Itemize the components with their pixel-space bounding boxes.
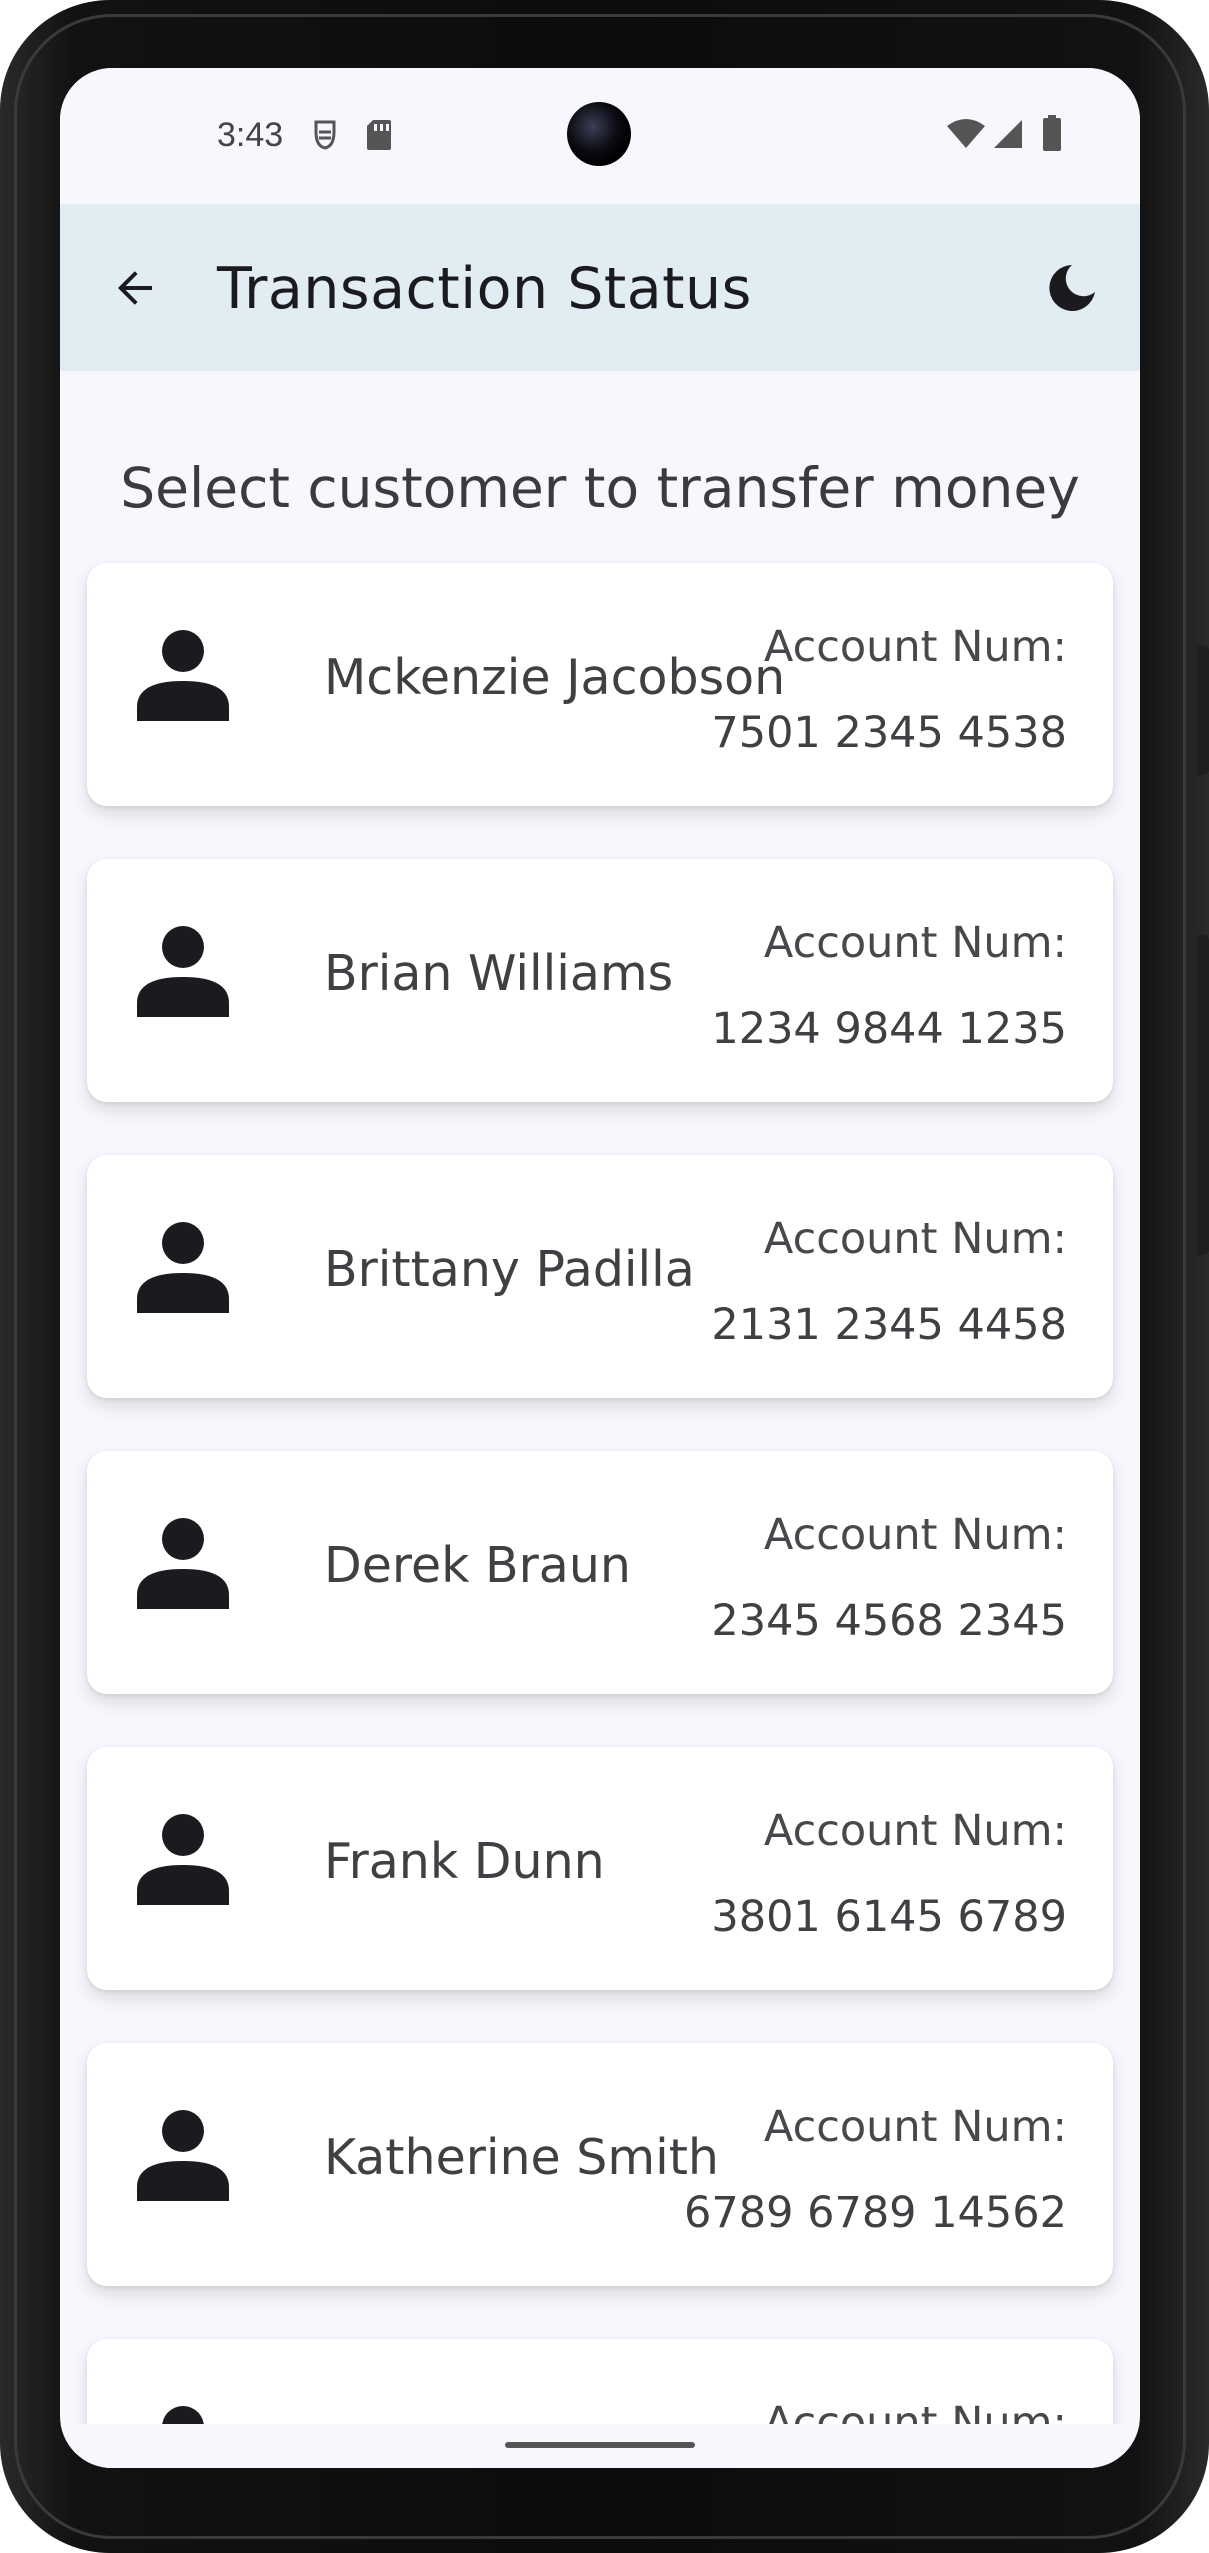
- account-number: 1234 9844 1235: [711, 1004, 1067, 1054]
- sd-card-icon: [365, 118, 393, 157]
- cell-signal-icon: [992, 118, 1024, 155]
- arrow-back-icon: [118, 271, 152, 305]
- person-icon: [137, 2110, 229, 2201]
- person-icon: [137, 1222, 229, 1313]
- account-label: Account Num:: [763, 1806, 1067, 1856]
- account-label: Account Num:: [763, 918, 1067, 968]
- customer-name: Katherine Smith: [324, 2129, 719, 2186]
- customer-card[interactable]: Mckenzie Jacobson Account Num: 7501 2345…: [87, 563, 1113, 806]
- app-bar: Transaction Status: [60, 204, 1140, 371]
- customer-card[interactable]: Brian Williams Account Num: 1234 9844 12…: [87, 859, 1113, 1102]
- back-button[interactable]: [100, 252, 172, 324]
- customer-card[interactable]: Frank Dunn Account Num: 3801 6145 6789: [87, 1747, 1113, 1990]
- account-label: Account Num:: [763, 622, 1067, 672]
- account-number: 6789 6789 14562: [684, 2188, 1067, 2238]
- account-number: 7501 2345 4538: [711, 708, 1067, 758]
- status-time: 3:43: [217, 116, 284, 154]
- customer-name: Brittany Padilla: [324, 1241, 695, 1298]
- volume-button: [1197, 935, 1209, 1255]
- customer-name: Mckenzie Jacobson: [324, 649, 786, 706]
- power-button: [1197, 645, 1209, 775]
- customer-name: Frank Dunn: [324, 1833, 605, 1890]
- section-heading: Select customer to transfer money: [120, 456, 1080, 520]
- debug-icon: [310, 118, 340, 157]
- customer-card[interactable]: Katherine Smith Account Num: 6789 6789 1…: [87, 2043, 1113, 2286]
- person-icon: [137, 1814, 229, 1905]
- screen: 3:43 Transaction Status Select customer …: [60, 68, 1140, 2468]
- account-label: Account Num:: [763, 1510, 1067, 1560]
- account-number: 2345 4568 2345: [711, 1596, 1067, 1646]
- person-icon: [137, 1518, 229, 1609]
- customer-name: Derek Braun: [324, 1537, 631, 1594]
- account-label: Account Num:: [763, 1214, 1067, 1264]
- customer-card[interactable]: Derek Braun Account Num: 2345 4568 2345: [87, 1451, 1113, 1694]
- account-number: 2131 2345 4458: [711, 1300, 1067, 1350]
- moon-icon: [1049, 265, 1095, 311]
- page-title: Transaction Status: [217, 256, 752, 322]
- theme-toggle-button[interactable]: [1032, 248, 1112, 328]
- front-camera: [567, 102, 631, 166]
- person-icon: [137, 926, 229, 1017]
- wifi-icon: [946, 118, 986, 155]
- phone-frame: 3:43 Transaction Status Select customer …: [0, 0, 1209, 2553]
- account-label: Account Num:: [763, 2102, 1067, 2152]
- status-bar: 3:43: [60, 68, 1140, 204]
- customer-card[interactable]: Brittany Padilla Account Num: 2131 2345 …: [87, 1155, 1113, 1398]
- person-icon: [137, 630, 229, 721]
- battery-icon: [1042, 115, 1062, 156]
- home-indicator[interactable]: [505, 2442, 695, 2448]
- account-number: 3801 6145 6789: [711, 1892, 1067, 1942]
- customer-name: Brian Williams: [324, 945, 674, 1002]
